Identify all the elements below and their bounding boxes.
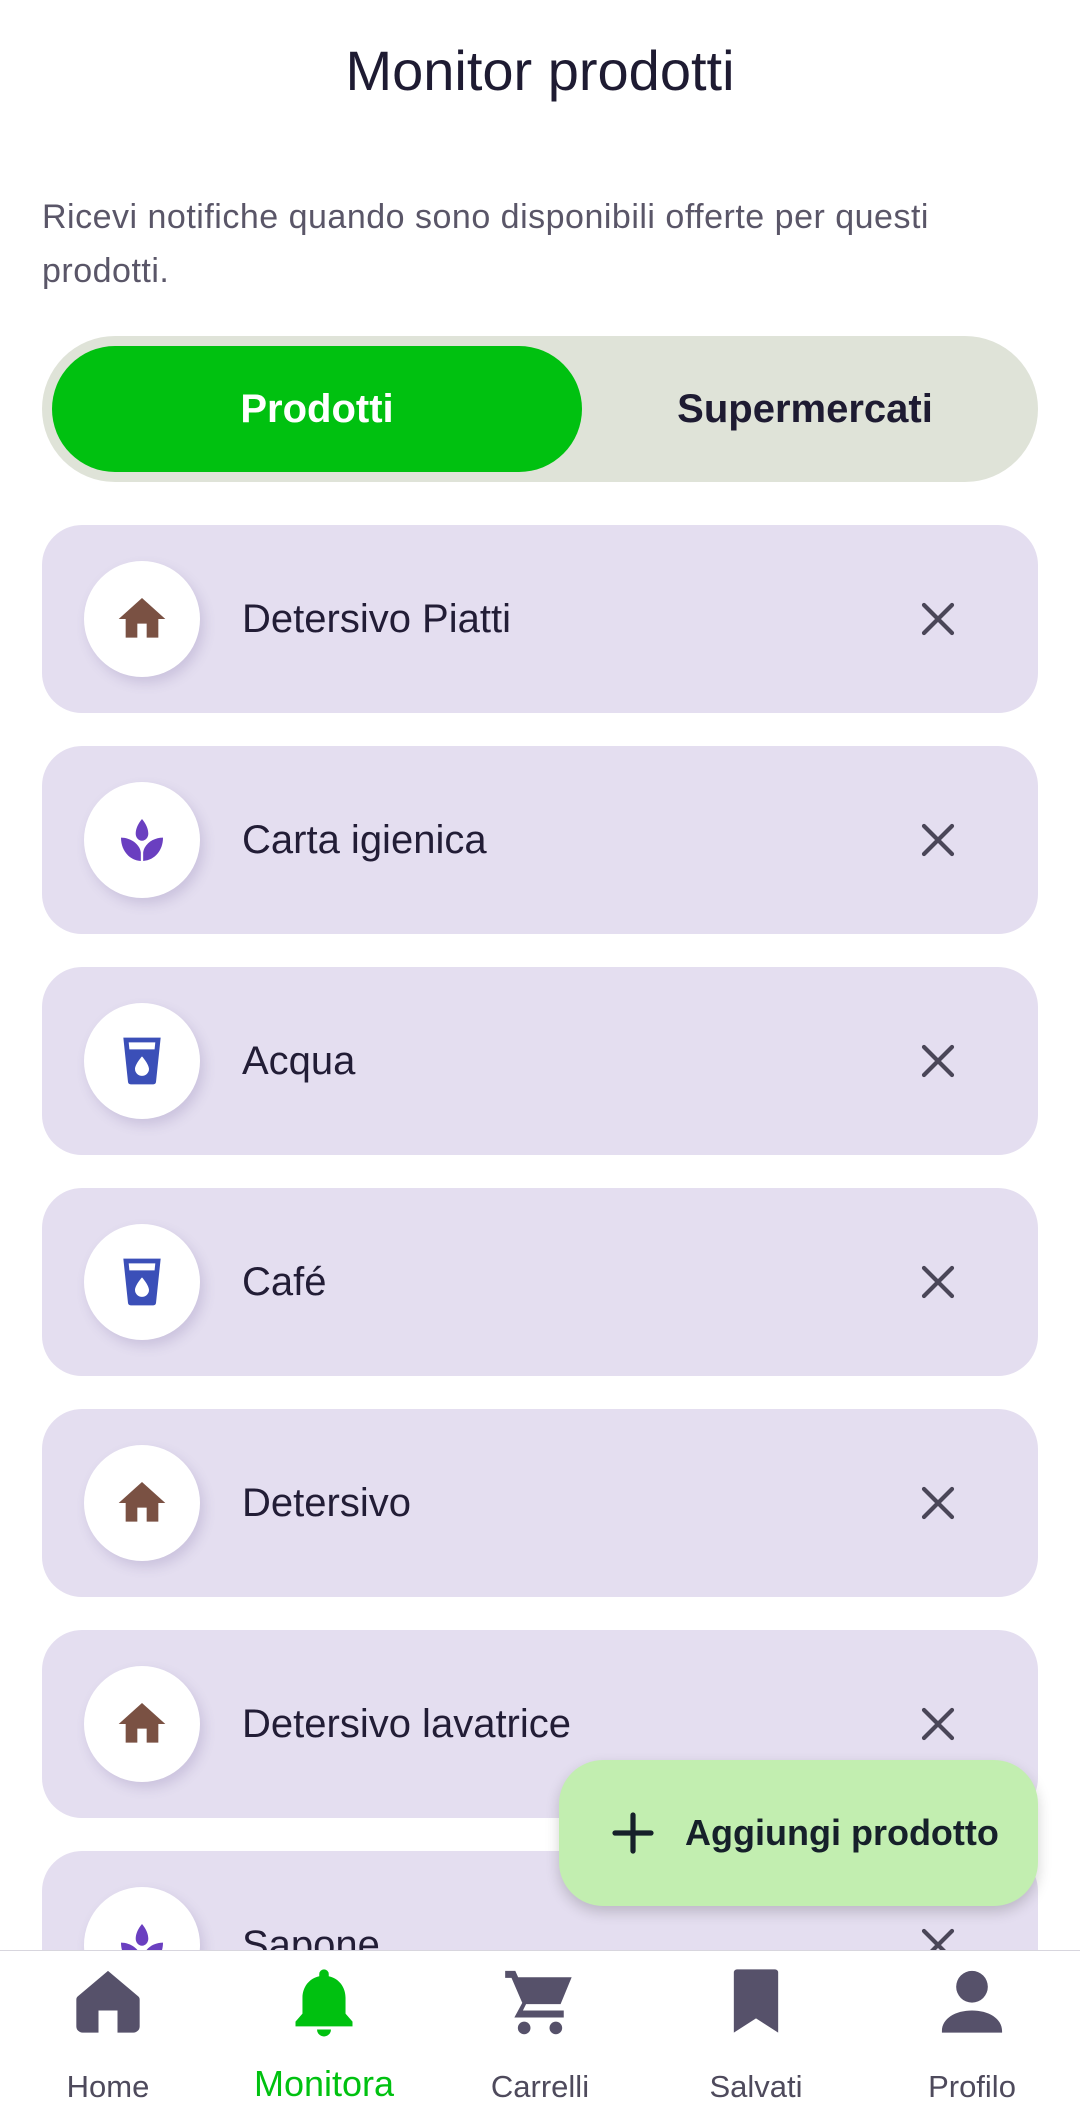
close-icon bbox=[921, 1486, 955, 1520]
product-name: Detersivo Piatti bbox=[242, 596, 511, 641]
bottom-navigation: Home Monitora Carrelli Salvati Profilo bbox=[0, 1950, 1080, 2115]
remove-product-button[interactable] bbox=[908, 1252, 968, 1312]
product-avatar bbox=[84, 561, 200, 677]
product-card[interactable]: Acqua bbox=[42, 967, 1038, 1155]
product-avatar bbox=[84, 1224, 200, 1340]
bell-icon bbox=[295, 1969, 353, 2037]
remove-product-button[interactable] bbox=[908, 1694, 968, 1754]
nav-profile-label: Profilo bbox=[928, 2069, 1016, 2104]
lotus-icon bbox=[121, 819, 163, 861]
add-product-label: Aggiungi prodotto bbox=[685, 1812, 999, 1853]
remove-product-button[interactable] bbox=[908, 810, 968, 870]
segmented-control: Prodotti Supermercati bbox=[42, 336, 1038, 482]
product-name: Acqua bbox=[242, 1038, 356, 1083]
person-icon bbox=[941, 1970, 1003, 2033]
nav-home[interactable]: Home bbox=[0, 1951, 216, 2115]
product-avatar bbox=[84, 1666, 200, 1782]
bookmark-icon bbox=[733, 1969, 779, 2033]
nav-home-label: Home bbox=[66, 2069, 150, 2104]
segment-products[interactable]: Prodotti bbox=[52, 346, 582, 472]
home-icon bbox=[76, 1970, 140, 2033]
product-avatar bbox=[84, 1445, 200, 1561]
segment-supermarkets[interactable]: Supermercati bbox=[582, 346, 1028, 472]
close-icon bbox=[921, 1707, 955, 1741]
remove-product-button[interactable] bbox=[908, 589, 968, 649]
nav-monitor[interactable]: Monitora bbox=[216, 1951, 432, 2115]
product-name: Detersivo bbox=[242, 1480, 411, 1525]
house-icon bbox=[118, 1703, 166, 1743]
close-icon bbox=[921, 1928, 955, 1950]
close-icon bbox=[921, 823, 955, 857]
product-avatar bbox=[84, 782, 200, 898]
product-card[interactable]: Café bbox=[42, 1188, 1038, 1376]
page-subtitle: Ricevi notifiche quando sono disponibili… bbox=[42, 198, 929, 290]
water-glass-icon bbox=[123, 1258, 161, 1306]
product-name: Detersivo lavatrice bbox=[242, 1701, 572, 1746]
close-icon bbox=[921, 602, 955, 636]
product-avatar bbox=[84, 1887, 200, 1950]
product-name: Carta igienica bbox=[242, 817, 487, 862]
nav-saved-label: Salvati bbox=[709, 2069, 803, 2104]
product-card[interactable]: Carta igienica bbox=[42, 746, 1038, 934]
plus-icon bbox=[612, 1812, 654, 1854]
product-name: Café bbox=[242, 1259, 327, 1304]
close-icon bbox=[921, 1265, 955, 1299]
nav-carts[interactable]: Carrelli bbox=[432, 1951, 648, 2115]
nav-saved[interactable]: Salvati bbox=[648, 1951, 864, 2115]
cart-icon bbox=[505, 1970, 572, 2035]
product-list: Detersivo Piatti Carta igienica Acqua Ca… bbox=[42, 525, 1038, 1950]
remove-product-button[interactable] bbox=[908, 1473, 968, 1533]
product-card[interactable]: Detersivo Piatti bbox=[42, 525, 1038, 713]
remove-product-button[interactable] bbox=[908, 1031, 968, 1091]
nav-monitor-label: Monitora bbox=[253, 2063, 395, 2104]
product-card[interactable]: Detersivo bbox=[42, 1409, 1038, 1597]
close-icon bbox=[921, 1044, 955, 1078]
lotus-icon bbox=[121, 1924, 163, 1950]
house-icon bbox=[118, 598, 166, 638]
add-product-button[interactable]: Aggiungi prodotto bbox=[559, 1760, 1038, 1906]
nav-profile[interactable]: Profilo bbox=[864, 1951, 1080, 2115]
remove-product-button[interactable] bbox=[908, 1915, 968, 1950]
water-glass-icon bbox=[123, 1037, 161, 1085]
product-name: Sapone bbox=[242, 1922, 380, 1951]
nav-carts-label: Carrelli bbox=[490, 2069, 590, 2104]
house-icon bbox=[118, 1482, 166, 1522]
page-title: Monitor prodotti bbox=[345, 39, 735, 102]
product-avatar bbox=[84, 1003, 200, 1119]
